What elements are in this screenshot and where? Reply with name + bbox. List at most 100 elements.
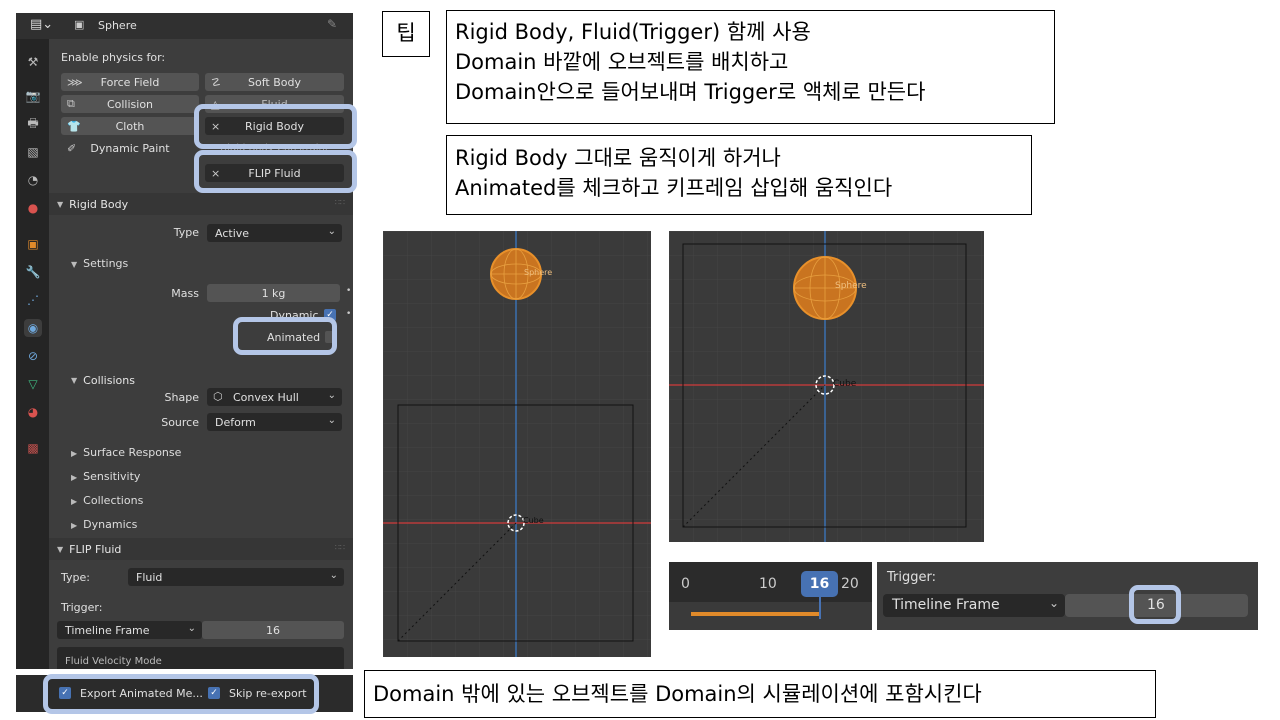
sensitivity-subpanel[interactable]: ▶ Sensitivity <box>71 470 140 483</box>
flip-fluid-title: FLIP Fluid <box>69 542 122 556</box>
physics-icon[interactable]: ◉ <box>24 319 42 337</box>
keyframe-dot-icon[interactable]: • <box>346 309 351 319</box>
scene-icon[interactable]: ◔ <box>24 171 42 189</box>
viewport-start[interactable]: Sphere Cube <box>383 231 651 657</box>
world-icon[interactable]: ● <box>24 199 42 217</box>
timeline-tick: 0 <box>681 576 690 592</box>
editor-type-icon[interactable]: ▤⌄ <box>30 17 53 32</box>
current-frame-indicator[interactable]: 16 <box>801 571 838 597</box>
trigger-frame-value: 16 <box>266 623 280 637</box>
timeline-tick: 10 <box>759 576 777 592</box>
collections-subpanel[interactable]: ▶ Collections <box>71 494 143 507</box>
trigger-zoom-mode-dropdown[interactable]: Timeline Frame ⌄ <box>883 594 1065 617</box>
trigger-mode-dropdown[interactable]: Timeline Frame ⌄ <box>57 621 202 639</box>
texture-icon[interactable]: ▩ <box>24 439 42 457</box>
collapsed-triangle-icon: ▶ <box>71 497 78 506</box>
surface-response-subpanel[interactable]: ▶ Surface Response <box>71 446 181 459</box>
tool-icon[interactable]: ⚒ <box>24 53 42 71</box>
mass-value: 1 kg <box>261 286 286 300</box>
object-name: Sphere <box>98 19 137 32</box>
trigger-mode-value: Timeline Frame <box>65 623 150 637</box>
trigger-zoom-panel: Trigger: Timeline Frame ⌄ 16 <box>877 562 1258 630</box>
material-icon[interactable]: ◕ <box>24 403 42 421</box>
note-1: Rigid Body, Fluid(Trigger) 함께 사용 Domain … <box>446 10 1055 124</box>
source-value: Deform <box>215 415 256 429</box>
cloth-button[interactable]: 👕 Cloth <box>61 117 199 135</box>
trigger-frame-field[interactable]: 16 <box>202 621 344 639</box>
chevron-down-icon: ⌄ <box>327 390 336 401</box>
rigid-body-section-header[interactable]: ▼ Rigid Body ∷∷ <box>49 193 353 215</box>
expand-triangle-icon: ▼ <box>57 544 64 554</box>
cloth-icon: 👕 <box>67 119 81 133</box>
rigid-body-highlight <box>194 104 357 149</box>
dynamic-paint-icon: ✐ <box>67 141 77 155</box>
drag-handle-icon[interactable]: ∷∷ <box>335 543 345 552</box>
chevron-down-icon: ⌄ <box>327 226 336 237</box>
flip-fluid-section-header[interactable]: ▼ FLIP Fluid ∷∷ <box>49 538 353 560</box>
collision-button[interactable]: ⧉ Collision <box>61 95 199 113</box>
shape-label: Shape <box>164 391 199 404</box>
cloth-label: Cloth <box>115 119 145 133</box>
render-icon[interactable]: 📷 <box>24 87 42 105</box>
modifier-icon[interactable]: 🔧 <box>24 263 42 281</box>
soft-body-button[interactable]: ☡ Soft Body <box>205 73 344 91</box>
chevron-down-icon: ⌄ <box>329 570 338 581</box>
note-1-line: Rigid Body, Fluid(Trigger) 함께 사용 <box>455 20 811 44</box>
fluid-velocity-mode-label: Fluid Velocity Mode <box>65 656 162 667</box>
type-dropdown[interactable]: Active ⌄ <box>207 224 342 242</box>
panel-header: ▤⌄ ▣ Sphere ✎ <box>16 13 353 39</box>
chevron-down-icon: ⌄ <box>327 415 336 426</box>
chevron-down-icon: ⌄ <box>187 623 196 634</box>
trigger-frame-highlight <box>1129 585 1181 624</box>
export-highlight <box>43 674 319 714</box>
properties-tabs: ⚒ 📷 🖶 ▧ ◔ ● ▣ 🔧 ⋰ ◉ ⊘ ▽ ◕ ▩ <box>16 39 49 669</box>
data-icon[interactable]: ▽ <box>24 375 42 393</box>
dynamics-label: Dynamics <box>83 518 138 531</box>
enable-physics-label: Enable physics for: <box>61 51 166 64</box>
expand-triangle-icon: ▼ <box>57 199 64 209</box>
settings-title: Settings <box>83 257 129 270</box>
collision-icon: ⧉ <box>67 97 75 110</box>
note-2: Rigid Body 그대로 움직이게 하거나 Animated를 체크하고 키… <box>446 135 1032 215</box>
collapsed-triangle-icon: ▶ <box>71 521 78 530</box>
expand-triangle-icon: ▼ <box>71 260 78 269</box>
trigger-zoom-mode-value: Timeline Frame <box>892 597 1000 613</box>
dynamic-paint-button[interactable]: ✐ Dynamic Paint <box>61 139 199 157</box>
collections-label: Collections <box>83 494 144 507</box>
playhead-line <box>819 597 821 619</box>
chevron-down-icon: ⌄ <box>1048 596 1059 610</box>
collisions-title: Collisions <box>83 373 135 387</box>
note-1-line: Domain 바깥에 오브젝트를 배치하고 <box>455 50 789 74</box>
settings-subpanel-header[interactable]: ▼ Settings <box>71 257 128 270</box>
drag-handle-icon[interactable]: ∷∷ <box>335 198 345 207</box>
dynamics-subpanel[interactable]: ▶ Dynamics <box>71 518 137 531</box>
keyframe-dot-icon[interactable]: • <box>346 286 351 296</box>
view-layer-icon[interactable]: ▧ <box>24 143 42 161</box>
note-1-line: Domain안으로 들어보내며 Trigger로 액체로 만든다 <box>455 80 926 104</box>
tip-label: 팁 <box>382 11 430 57</box>
mass-label: Mass <box>171 287 199 300</box>
dynamic-paint-label: Dynamic Paint <box>90 141 170 155</box>
collision-label: Collision <box>106 97 154 111</box>
particles-icon[interactable]: ⋰ <box>24 291 42 309</box>
shape-dropdown[interactable]: ⬡ Convex Hull ⌄ <box>207 388 342 406</box>
sphere-label: Sphere <box>524 268 552 277</box>
viewport-end[interactable]: Sphere Cube <box>669 231 984 542</box>
trigger-label: Trigger: <box>61 601 103 614</box>
surface-response-label: Surface Response <box>83 446 182 459</box>
flip-type-dropdown[interactable]: Fluid ⌄ <box>128 568 344 586</box>
mass-field[interactable]: 1 kg <box>207 284 340 302</box>
constraints-icon[interactable]: ⊘ <box>24 347 42 365</box>
convex-hull-icon: ⬡ <box>213 390 223 403</box>
object-properties-icon[interactable]: ▣ <box>24 235 42 253</box>
source-dropdown[interactable]: Deform ⌄ <box>207 413 342 431</box>
force-field-button[interactable]: ⋙ Force Field <box>61 73 199 91</box>
output-icon[interactable]: 🖶 <box>24 115 42 133</box>
note-3: Domain 밖에 있는 오브젝트를 Domain의 시뮬레이션에 포함시킨다 <box>364 670 1156 718</box>
timeline-tick: 20 <box>841 576 859 592</box>
collapsed-triangle-icon: ▶ <box>71 449 78 458</box>
timeline[interactable]: 0 10 16 20 <box>669 562 872 630</box>
pin-icon[interactable]: ✎ <box>327 17 337 31</box>
type-label: Type <box>173 226 199 239</box>
fluid-velocity-mode-field[interactable]: Fluid Velocity Mode <box>57 647 344 669</box>
